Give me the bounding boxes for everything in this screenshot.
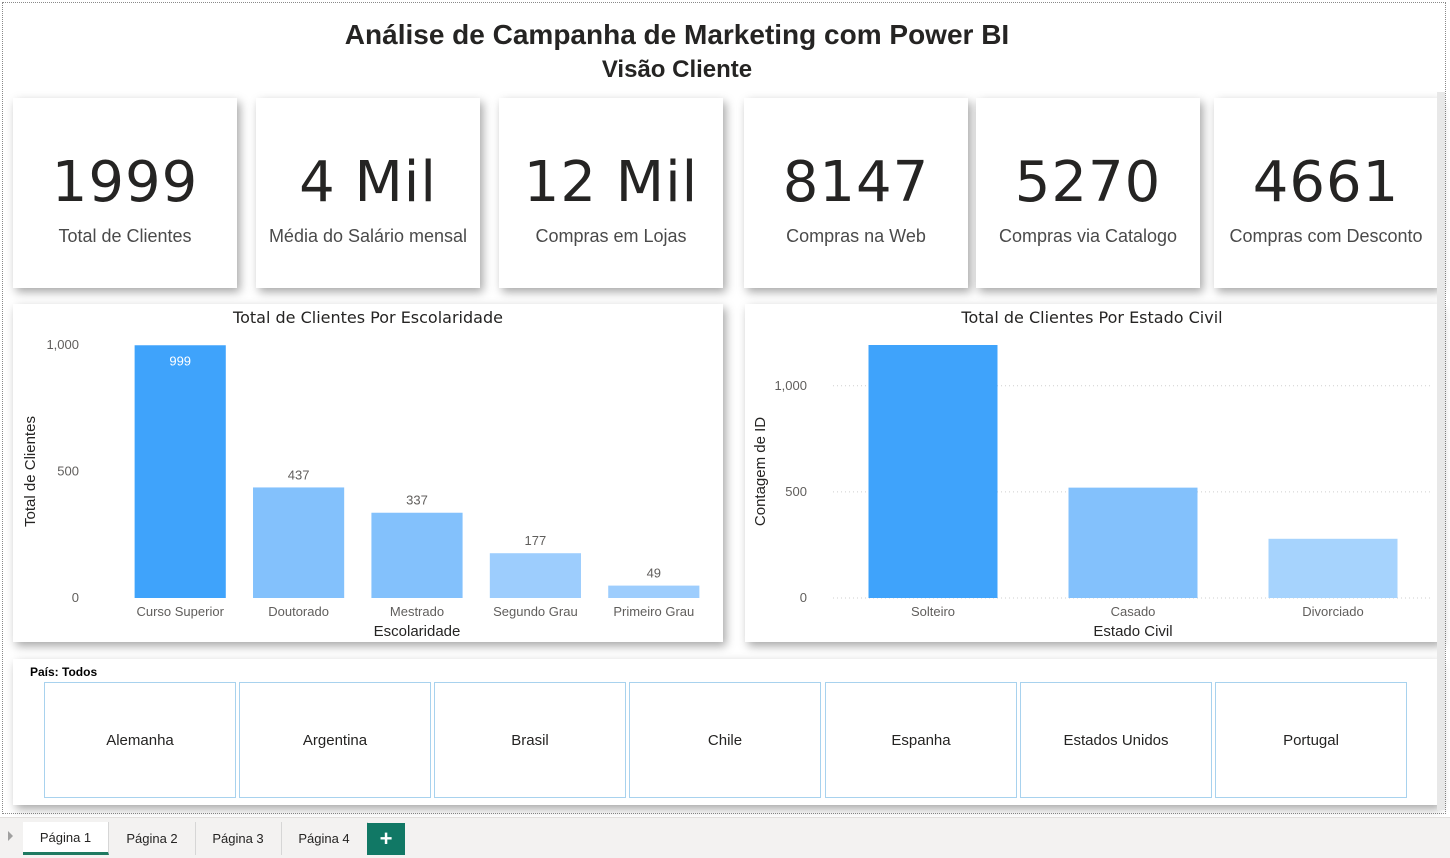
x-tick-label: Primeiro Grau bbox=[613, 604, 694, 619]
x-axis-title: Estado Civil bbox=[1093, 623, 1172, 640]
tab-scroll-arrow-icon[interactable] bbox=[8, 831, 13, 841]
kpi-value: 4 Mil bbox=[299, 150, 437, 215]
x-tick-label: Divorciado bbox=[1302, 604, 1363, 619]
x-axis-title: Escolaridade bbox=[374, 623, 461, 640]
bar bbox=[608, 585, 700, 598]
data-label: 999 bbox=[169, 353, 191, 368]
kpi-value: 4661 bbox=[1252, 150, 1400, 215]
slicer-option-alemanha[interactable]: Alemanha bbox=[44, 682, 236, 798]
bar bbox=[1068, 487, 1198, 598]
bar bbox=[371, 512, 463, 598]
kpi-value: 8147 bbox=[782, 150, 930, 215]
y-tick-label: 1,000 bbox=[46, 337, 79, 352]
y-axis-title: Contagem de ID bbox=[752, 417, 769, 526]
kpi-card-media-salario[interactable]: 4 Mil Média do Salário mensal bbox=[256, 98, 480, 288]
report-subtitle: Visão Cliente bbox=[601, 56, 753, 83]
kpi-card-compras-web[interactable]: 8147 Compras na Web bbox=[744, 98, 968, 288]
slicer-option-estados-unidos[interactable]: Estados Unidos bbox=[1020, 682, 1212, 798]
kpi-label: Compras em Lojas bbox=[535, 226, 687, 246]
slicer-header: País: Todos bbox=[30, 665, 98, 679]
x-tick-label: Solteiro bbox=[911, 604, 955, 619]
bar bbox=[868, 345, 998, 598]
bar bbox=[489, 553, 581, 598]
kpi-value: 12 Mil bbox=[523, 150, 699, 215]
slicer-pais: País: Todos Alemanha Argentina Brasil Ch… bbox=[13, 659, 1438, 805]
bar bbox=[1268, 538, 1398, 598]
kpi-card-compras-lojas[interactable]: 12 Mil Compras em Lojas bbox=[499, 98, 723, 288]
kpi-label: Total de Clientes bbox=[58, 226, 192, 246]
report-canvas: Análise de Campanha de Marketing com Pow… bbox=[2, 2, 1446, 814]
y-tick-label: 0 bbox=[72, 590, 79, 605]
y-tick-label: 1,000 bbox=[774, 378, 807, 393]
kpi-label: Compras na Web bbox=[786, 226, 926, 246]
bar bbox=[134, 345, 226, 598]
slicer-option-argentina[interactable]: Argentina bbox=[239, 682, 431, 798]
y-tick-label: 500 bbox=[785, 484, 807, 499]
y-axis-title: Total de Clientes bbox=[22, 416, 39, 527]
y-tick-label: 0 bbox=[800, 590, 807, 605]
slicer-option-portugal[interactable]: Portugal bbox=[1215, 682, 1407, 798]
x-tick-label: Curso Superior bbox=[136, 604, 224, 619]
chart-card-estado-civil[interactable]: Total de Clientes Por Estado Civil 0 500 1… bbox=[745, 304, 1439, 642]
slicer-option-espanha[interactable]: Espanha bbox=[825, 682, 1017, 798]
kpi-label: Média do Salário mensal bbox=[268, 226, 468, 246]
kpi-card-total-clientes[interactable]: 1999 Total de Clientes bbox=[13, 98, 237, 288]
slicer-option-brasil[interactable]: Brasil bbox=[434, 682, 626, 798]
kpi-card-compras-desconto[interactable]: 4661 Compras com Desconto bbox=[1214, 98, 1438, 288]
tab-pagina-4[interactable]: Página 4 bbox=[281, 822, 368, 855]
y-tick-label: 500 bbox=[57, 464, 79, 479]
kpi-card-compras-catalogo[interactable]: 5270 Compras via Catalogo bbox=[976, 98, 1200, 288]
kpi-label: Compras com Desconto bbox=[1229, 226, 1423, 246]
kpi-value: 1999 bbox=[51, 150, 199, 215]
kpi-value: 5270 bbox=[1014, 150, 1162, 215]
kpi-label: Compras via Catalogo bbox=[998, 226, 1178, 246]
chart-card-escolaridade[interactable]: Total de Clientes Por Escolaridade 0 500 1… bbox=[13, 304, 723, 642]
x-tick-label: Mestrado bbox=[390, 604, 444, 619]
chart-escolaridade: 0 500 1,000 Curso Superior 999 Doutorado 437 Me… bbox=[22, 337, 700, 640]
add-page-button[interactable]: + bbox=[367, 823, 405, 855]
page-tab-bar: Página 1 Página 2 Página 3 Página 4 + bbox=[0, 817, 1450, 858]
tab-pagina-3[interactable]: Página 3 bbox=[195, 822, 282, 855]
chart-estado-civil: 0 500 1,000 Solteiro Casado Divorciado Estado … bbox=[752, 345, 1433, 640]
tab-pagina-2[interactable]: Página 2 bbox=[109, 822, 196, 855]
data-label: 437 bbox=[288, 467, 310, 482]
data-label: 49 bbox=[647, 566, 661, 581]
bar bbox=[253, 487, 345, 598]
x-tick-label: Doutorado bbox=[268, 604, 329, 619]
data-label: 337 bbox=[406, 493, 428, 508]
slicer-option-chile[interactable]: Chile bbox=[629, 682, 821, 798]
report-title: Análise de Campanha de Marketing com Pow… bbox=[344, 19, 1010, 50]
data-label: 177 bbox=[525, 533, 547, 548]
tab-pagina-1[interactable]: Página 1 bbox=[23, 822, 109, 855]
canvas-scrollbar[interactable] bbox=[1437, 92, 1445, 810]
x-tick-label: Segundo Grau bbox=[493, 604, 578, 619]
x-tick-label: Casado bbox=[1111, 604, 1156, 619]
